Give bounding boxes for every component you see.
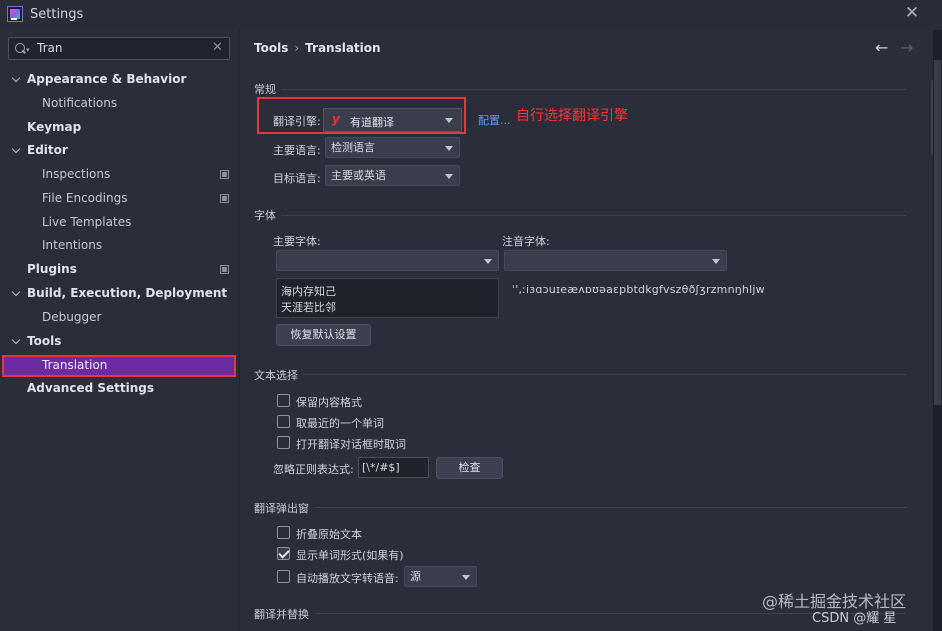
close-icon[interactable]: ✕	[902, 3, 922, 23]
primary-language-select[interactable]: 检测语言	[325, 137, 460, 158]
breadcrumb-separator-icon: ›	[294, 41, 300, 55]
section-text-selection: 文本选择	[254, 369, 298, 382]
project-scope-icon	[220, 170, 229, 179]
fold-original-label: 折叠原始文本	[296, 528, 362, 541]
target-language-value: 主要或英语	[331, 169, 386, 182]
section-translate-replace: 翻译并替换	[254, 608, 309, 621]
project-scope-icon	[220, 194, 229, 203]
sidebar-item-build-execution-deployment[interactable]: Build, Execution, Deployment	[0, 282, 238, 304]
background-window-panel	[934, 60, 941, 405]
window-title: Settings	[30, 7, 84, 22]
chevron-down-icon[interactable]	[12, 68, 22, 90]
sidebar-selection-highlight	[2, 355, 236, 377]
annotation-text: 自行选择翻译引擎	[516, 108, 628, 124]
sidebar-item-notifications[interactable]: Notifications	[42, 92, 117, 114]
target-language-label: 目标语言:	[273, 172, 321, 185]
sidebar-item-label: Tools	[27, 334, 62, 348]
chevron-down-icon	[484, 259, 492, 264]
primary-font-select[interactable]	[276, 250, 499, 271]
breadcrumb-parent[interactable]: Tools	[254, 41, 288, 55]
breadcrumb: Tools › Translation	[254, 41, 381, 55]
section-popup: 翻译弹出窗	[254, 502, 309, 515]
youdao-logo-icon: y	[332, 112, 340, 126]
sidebar-item-intentions[interactable]: Intentions	[42, 234, 102, 256]
sidebar-item-translation[interactable]: Translation	[42, 354, 107, 376]
sidebar-item-tools[interactable]: Tools	[0, 330, 238, 352]
config-link[interactable]: 配置...	[478, 112, 511, 128]
check-button[interactable]: 检查	[436, 457, 503, 479]
show-word-forms-label: 显示单词形式(如果有)	[296, 549, 404, 562]
section-font: 字体	[254, 209, 276, 222]
sidebar-item-editor[interactable]: Editor	[0, 139, 238, 161]
sidebar-item-debugger[interactable]: Debugger	[42, 306, 101, 328]
settings-content: Tools › Translation ← → 常规 翻译引擎: y 有道翻译 配置…	[241, 30, 942, 631]
watermark-csdn: CSDN @耀 星	[812, 611, 897, 626]
preview-line: 天涯若比邻	[281, 301, 336, 314]
divider	[315, 507, 906, 508]
sidebar-item-file-encodings[interactable]: File Encodings	[42, 187, 127, 209]
autoplay-tts-label: 自动播放文字转语音:	[296, 572, 399, 585]
divider	[281, 89, 906, 90]
phonetic-sample: ˈ',ːiɜɑɔuɪeæʌɒʊəaɛpbtdkgfvszθðʃʒrzmnŋhlj…	[512, 283, 765, 296]
back-arrow-icon[interactable]: ←	[875, 38, 888, 57]
restore-defaults-button[interactable]: 恢复默认设置	[276, 324, 371, 346]
chevron-down-icon	[712, 259, 720, 264]
clear-search-icon[interactable]: ✕	[212, 40, 223, 55]
keep-format-label: 保留内容格式	[296, 396, 362, 409]
section-general: 常规	[254, 83, 276, 96]
sidebar-item-inspections[interactable]: Inspections	[42, 163, 110, 185]
forward-arrow-icon[interactable]: →	[900, 38, 913, 57]
tts-source-select[interactable]: 源	[404, 566, 477, 587]
primary-language-value: 检测语言	[331, 141, 375, 154]
chevron-down-icon	[445, 174, 453, 179]
pick-on-open-checkbox[interactable]	[277, 436, 290, 449]
app-logo-icon	[7, 6, 23, 22]
font-preview-box: 海内存知己 天涯若比邻	[276, 278, 499, 318]
ignore-regex-label: 忽略正则表达式:	[273, 463, 354, 476]
chevron-down-icon	[445, 146, 453, 151]
sidebar-item-keymap[interactable]: Keymap	[27, 116, 81, 138]
search-options-icon[interactable]: ▾	[26, 46, 30, 54]
chevron-down-icon	[462, 575, 470, 580]
chevron-down-icon[interactable]	[12, 139, 22, 161]
phonetic-font-label: 注音字体:	[502, 235, 550, 248]
sidebar-item-label: Appearance & Behavior	[27, 72, 187, 86]
search-value: Tran	[37, 41, 63, 55]
fold-original-checkbox[interactable]	[277, 526, 290, 539]
keep-format-checkbox[interactable]	[277, 394, 290, 407]
sidebar-item-plugins[interactable]: Plugins	[27, 258, 77, 280]
sidebar-item-live-templates[interactable]: Live Templates	[42, 211, 131, 233]
chevron-down-icon[interactable]	[12, 330, 22, 352]
breadcrumb-current: Translation	[305, 41, 381, 55]
nearest-word-checkbox[interactable]	[277, 415, 290, 428]
pick-on-open-label: 打开翻译对话框时取词	[296, 438, 406, 451]
ignore-regex-input[interactable]: [\*/#$]	[358, 457, 429, 478]
engine-label: 翻译引擎:	[273, 115, 321, 128]
autoplay-tts-checkbox[interactable]	[277, 570, 290, 583]
sidebar-item-appearance-behavior[interactable]: Appearance & Behavior	[0, 68, 238, 90]
search-input[interactable]: ▾ Tran ✕	[8, 37, 230, 60]
sidebar-item-advanced-settings[interactable]: Advanced Settings	[27, 377, 154, 399]
primary-language-label: 主要语言:	[273, 144, 321, 157]
nearest-word-label: 取最近的一个单词	[296, 417, 384, 430]
show-word-forms-checkbox[interactable]	[277, 547, 290, 560]
preview-line: 海内存知己	[281, 285, 336, 298]
engine-value: 有道翻译	[350, 116, 394, 129]
chevron-down-icon[interactable]	[12, 282, 22, 304]
divider	[303, 374, 906, 375]
primary-font-label: 主要字体:	[273, 235, 321, 248]
engine-select[interactable]: y 有道翻译	[323, 108, 462, 132]
chevron-down-icon	[445, 118, 453, 123]
divider	[281, 215, 906, 216]
sidebar-item-label: Build, Execution, Deployment	[27, 286, 228, 300]
title-bar: Settings ✕	[0, 0, 942, 30]
tts-source-value: 源	[410, 570, 421, 583]
sidebar: ▾ Tran ✕ Appearance & Behavior Notificat…	[0, 30, 240, 631]
sidebar-item-label: Editor	[27, 143, 68, 157]
phonetic-font-select[interactable]	[504, 250, 727, 271]
project-scope-icon	[220, 265, 229, 274]
target-language-select[interactable]: 主要或英语	[325, 165, 460, 186]
